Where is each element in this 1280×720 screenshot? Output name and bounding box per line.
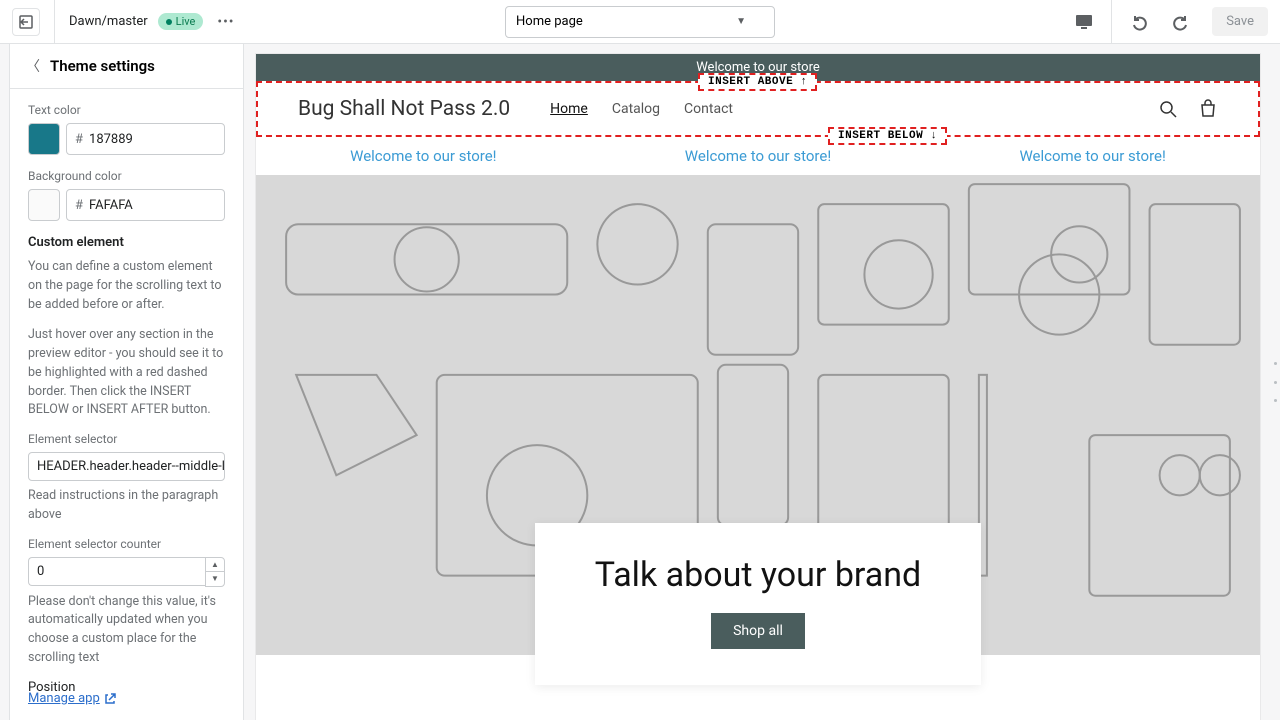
back-button[interactable]: 〈 (26, 56, 40, 76)
stepper-up[interactable]: ▲ (206, 558, 224, 572)
save-button[interactable]: Save (1212, 7, 1268, 36)
nav-catalog[interactable]: Catalog (612, 101, 660, 117)
exit-icon (18, 14, 34, 30)
counter-help: Please don't change this value, it's aut… (28, 593, 225, 668)
more-menu[interactable]: ••• (213, 10, 238, 34)
marquee-item: Welcome to our store! (1019, 147, 1165, 165)
hero-section: Talk about your brand Shop all (256, 175, 1260, 655)
bg-color-input[interactable]: #FAFAFA (66, 189, 225, 221)
counter-input[interactable]: 0 (28, 557, 205, 586)
selector-help: Read instructions in the paragraph above (28, 487, 225, 525)
insert-below-button[interactable]: INSERT BELOW ↓ (828, 127, 947, 145)
redo-icon (1172, 13, 1190, 31)
help-text-1: You can define a custom element on the p… (28, 258, 225, 314)
text-color-row: #187889 (28, 123, 225, 155)
resize-handle-bottom[interactable]: ═══ (747, 716, 777, 720)
nav-contact[interactable]: Contact (684, 101, 733, 117)
custom-element-heading: Custom element (28, 235, 225, 250)
page-selector[interactable]: Home page ▼ (505, 6, 775, 38)
exit-button[interactable] (12, 8, 40, 36)
manage-app-link[interactable]: Manage app (10, 691, 243, 720)
stepper-down[interactable]: ▼ (206, 572, 224, 586)
insert-above-button[interactable]: INSERT ABOVE ↑ (698, 73, 817, 91)
left-gutter (0, 44, 10, 720)
marquee-item: Welcome to our store! (685, 147, 831, 165)
desktop-view-button[interactable] (1065, 3, 1103, 41)
redo-button[interactable] (1162, 3, 1200, 41)
topbar-right: Save (1065, 0, 1268, 44)
stepper-buttons: ▲ ▼ (205, 557, 225, 587)
brand-title: Bug Shall Not Pass 2.0 (298, 97, 510, 121)
live-badge: Live (158, 13, 204, 30)
counter-stepper: 0 ▲ ▼ (28, 557, 225, 587)
text-color-input[interactable]: #187889 (66, 123, 225, 155)
header-section[interactable]: INSERT ABOVE ↑ INSERT BELOW ↓ Bug Shall … (256, 81, 1260, 137)
nav: Home Catalog Contact (550, 101, 733, 117)
bg-color-value: FAFAFA (89, 198, 133, 213)
cart-icon[interactable] (1198, 99, 1218, 119)
selector-label: Element selector (28, 432, 225, 446)
preview-canvas: Welcome to our store INSERT ABOVE ↑ INSE… (256, 54, 1260, 720)
text-color-value: 187889 (89, 132, 133, 147)
divider (1111, 0, 1112, 44)
page-selector-label: Home page (516, 14, 583, 29)
hero-cta-button[interactable]: Shop all (711, 613, 805, 649)
position-label: Position (28, 680, 225, 692)
undo-button[interactable] (1120, 3, 1158, 41)
text-color-label: Text color (28, 103, 225, 117)
marquee: Welcome to our store! Welcome to our sto… (256, 137, 1260, 175)
text-color-swatch[interactable] (28, 123, 60, 155)
topbar-left: Dawn/master Live ••• (12, 0, 239, 44)
canvas-area: Welcome to our store INSERT ABOVE ↑ INSE… (244, 44, 1280, 720)
main: 〈 Theme settings Text color #187889 Back… (0, 44, 1280, 720)
resize-handle-right[interactable] (1274, 362, 1278, 402)
hero-card: Talk about your brand Shop all (535, 523, 981, 685)
search-icon[interactable] (1158, 99, 1178, 119)
external-link-icon (104, 693, 116, 705)
desktop-icon (1075, 13, 1093, 31)
selector-input[interactable]: HEADER.header.header--middle-le (28, 452, 225, 481)
hero-title: Talk about your brand (595, 555, 921, 595)
marquee-item: Welcome to our store! (350, 147, 496, 165)
counter-label: Element selector counter (28, 537, 225, 551)
sidebar: 〈 Theme settings Text color #187889 Back… (10, 44, 244, 720)
theme-name: Dawn/master (69, 14, 148, 29)
sidebar-body: Text color #187889 Background color #FAF… (10, 89, 243, 691)
bg-color-swatch[interactable] (28, 189, 60, 221)
bg-color-label: Background color (28, 169, 225, 183)
sidebar-title: Theme settings (50, 57, 155, 75)
undo-icon (1130, 13, 1148, 31)
bg-color-row: #FAFAFA (28, 189, 225, 221)
manage-app-label: Manage app (28, 691, 100, 706)
sidebar-header: 〈 Theme settings (10, 44, 243, 89)
topbar: Dawn/master Live ••• Home page ▼ Save (0, 0, 1280, 44)
chevron-down-icon: ▼ (736, 16, 746, 27)
help-text-2: Just hover over any section in the previ… (28, 326, 225, 420)
nav-home[interactable]: Home (550, 101, 588, 117)
divider (54, 0, 55, 44)
header-icons (1158, 99, 1218, 119)
